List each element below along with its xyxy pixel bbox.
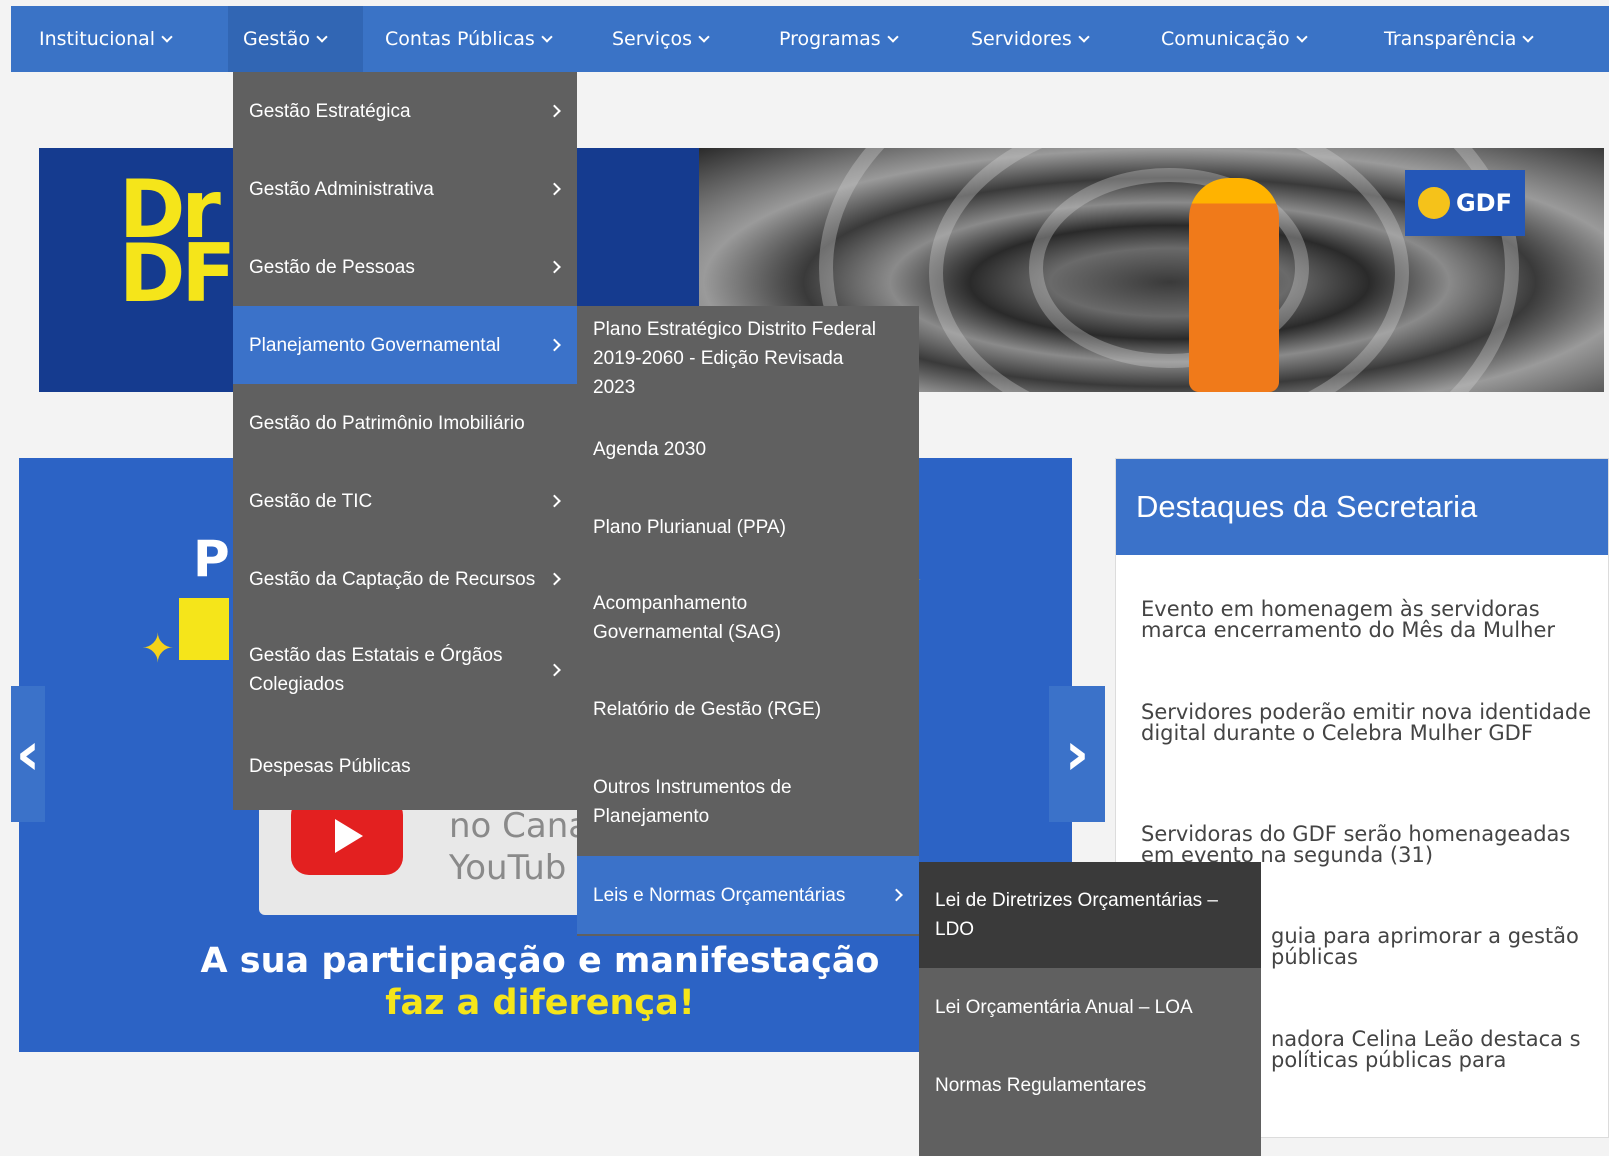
menu-item-label: Agenda 2030 xyxy=(593,438,707,460)
chevron-left-icon: ‹ xyxy=(15,719,41,789)
sparkle-icon: ✦ xyxy=(141,626,175,672)
menu-item-gestao-pessoas[interactable]: Gestão de Pessoas xyxy=(233,228,577,306)
nav-label: Gestão xyxy=(243,28,311,50)
nav-institucional[interactable]: Institucional xyxy=(11,6,228,72)
chevron-right-icon xyxy=(548,338,561,352)
nav-label: Contas Públicas xyxy=(385,28,535,50)
chevron-down-icon xyxy=(161,30,173,43)
menu-item-label: Normas Regulamentares xyxy=(935,1074,1147,1096)
dropdown-planejamento: Plano Estratégico Distrito Federal 2019-… xyxy=(577,306,919,936)
highlight-link[interactable]: Evento em homenagem às servidoras marca … xyxy=(1141,599,1596,641)
chevron-down-icon xyxy=(316,30,328,43)
dropdown-gestao: Gestão Estratégica Gestão Administrativa… xyxy=(233,72,577,810)
nav-label: Serviços xyxy=(612,28,693,50)
menu-item-label: Despesas Públicas xyxy=(249,755,411,777)
menu-item-label: Plano Estratégico Distrito Federal 2019-… xyxy=(593,318,877,398)
chevron-down-icon xyxy=(1295,30,1308,43)
menu-item-sag[interactable]: Acompanhamento Governamental (SAG) xyxy=(577,566,919,670)
worker-figure xyxy=(1189,178,1279,392)
highlight-link[interactable]: guia para aprimorar a gestão públicas xyxy=(1271,926,1591,968)
main-navbar: Institucional Gestão Contas Públicas Ser… xyxy=(11,6,1609,72)
nav-servidores[interactable]: Servidores xyxy=(971,6,1161,72)
chevron-right-icon xyxy=(548,494,561,508)
menu-item-leis-normas[interactable]: Leis e Normas Orçamentárias xyxy=(577,856,919,934)
gdf-logo-text: GDF xyxy=(1455,189,1512,217)
youtube-text: no Cana YouTub xyxy=(449,806,589,888)
nav-programas[interactable]: Programas xyxy=(779,6,971,72)
carousel-tagline: A sua participação e manifestação faz a … xyxy=(190,940,890,1024)
nav-transparencia[interactable]: Transparência xyxy=(1384,6,1564,72)
highlight-link[interactable]: Servidoras do GDF serão homenageadas em … xyxy=(1141,824,1596,866)
chevron-right-icon xyxy=(548,572,561,586)
nav-contas-publicas[interactable]: Contas Públicas xyxy=(363,6,612,72)
menu-item-gestao-tic[interactable]: Gestão de TIC xyxy=(233,462,577,540)
tagline-yellow: faz a diferença! xyxy=(385,983,695,1023)
page: Institucional Gestão Contas Públicas Ser… xyxy=(0,0,1609,1156)
carousel-yellow-shape xyxy=(179,598,229,660)
nav-label: Servidores xyxy=(971,28,1072,50)
menu-item-gestao-estrategica[interactable]: Gestão Estratégica xyxy=(233,72,577,150)
menu-item-more[interactable] xyxy=(919,1124,1261,1156)
menu-item-outros-instrumentos[interactable]: Outros Instrumentos de Planejamento xyxy=(577,748,919,856)
menu-item-label: Gestão Administrativa xyxy=(249,178,434,200)
menu-item-label: Gestão de Pessoas xyxy=(249,256,415,278)
tagline-white: A sua participação e manifestação xyxy=(200,941,880,981)
chevron-right-icon xyxy=(890,888,903,902)
menu-item-label: Gestão Estratégica xyxy=(249,100,411,122)
chevron-right-icon xyxy=(548,260,561,274)
menu-item-label: Gestão de TIC xyxy=(249,490,373,512)
menu-item-plano-estrategico[interactable]: Plano Estratégico Distrito Federal 2019-… xyxy=(577,306,919,410)
nav-comunicacao[interactable]: Comunicação xyxy=(1161,6,1384,72)
nav-servicos[interactable]: Serviços xyxy=(612,6,779,72)
menu-item-loa[interactable]: Lei Orçamentária Anual – LOA xyxy=(919,968,1261,1046)
chevron-down-icon xyxy=(887,30,899,43)
chevron-right-icon: › xyxy=(1064,719,1090,789)
menu-item-label: Lei de Diretrizes Orçamentárias – LDO xyxy=(935,890,1218,940)
menu-item-label: Outros Instrumentos de Planejamento xyxy=(593,777,792,827)
menu-item-ldo[interactable]: Lei de Diretrizes Orçamentárias – LDO xyxy=(919,862,1261,968)
dropdown-leis-normas: Lei de Diretrizes Orçamentárias – LDO Le… xyxy=(919,862,1261,1156)
carousel-prev-button[interactable]: ‹ xyxy=(11,686,45,822)
chevron-down-icon xyxy=(698,30,710,43)
menu-item-agenda-2030[interactable]: Agenda 2030 xyxy=(577,410,919,488)
highlight-link[interactable]: nadora Celina Leão destaca s políticas p… xyxy=(1271,1029,1591,1071)
nav-label: Programas xyxy=(779,28,881,50)
menu-item-rge[interactable]: Relatório de Gestão (RGE) xyxy=(577,670,919,748)
menu-item-label: Gestão do Patrimônio Imobiliário xyxy=(249,412,525,434)
chevron-right-icon xyxy=(548,182,561,196)
highlight-link[interactable]: Servidores poderão emitir nova identidad… xyxy=(1141,702,1596,744)
menu-item-label: Gestão das Estatais e Órgãos Colegiados xyxy=(249,645,503,695)
chevron-right-icon xyxy=(548,663,561,677)
menu-item-despesas-publicas[interactable]: Despesas Públicas xyxy=(233,722,577,810)
menu-item-label: Relatório de Gestão (RGE) xyxy=(593,698,822,720)
menu-item-gestao-administrativa[interactable]: Gestão Administrativa xyxy=(233,150,577,228)
menu-item-ppa[interactable]: Plano Plurianual (PPA) xyxy=(577,488,919,566)
chevron-down-icon xyxy=(1078,30,1090,43)
nav-label: Comunicação xyxy=(1161,28,1290,50)
menu-item-patrimonio-imobiliario[interactable]: Gestão do Patrimônio Imobiliário xyxy=(233,384,577,462)
nav-gestao[interactable]: Gestão xyxy=(228,6,363,72)
chevron-down-icon xyxy=(1522,30,1535,43)
menu-item-label: Gestão da Captação de Recursos xyxy=(249,568,536,590)
chevron-down-icon xyxy=(541,30,553,43)
menu-item-label: Lei Orçamentária Anual – LOA xyxy=(935,996,1193,1018)
menu-item-label: Planejamento Governamental xyxy=(249,334,501,356)
carousel-next-button[interactable]: › xyxy=(1049,686,1105,822)
menu-item-label: Acompanhamento Governamental (SAG) xyxy=(593,593,781,643)
menu-item-captacao-recursos[interactable]: Gestão da Captação de Recursos xyxy=(233,540,577,618)
menu-item-label: Plano Plurianual (PPA) xyxy=(593,516,786,538)
highlights-title: Destaques da Secretaria xyxy=(1116,459,1608,555)
carousel-title-fragment: P xyxy=(193,530,230,588)
gdf-logo: GDF xyxy=(1405,170,1525,236)
banner-headline: Dr DF xyxy=(119,163,236,320)
menu-item-estatais-orgaos[interactable]: Gestão das Estatais e Órgãos Colegiados xyxy=(233,618,577,722)
menu-item-label: Leis e Normas Orçamentárias xyxy=(593,884,846,906)
menu-item-normas-regulamentares[interactable]: Normas Regulamentares xyxy=(919,1046,1261,1124)
nav-label: Institucional xyxy=(39,28,156,50)
menu-item-planejamento-governamental[interactable]: Planejamento Governamental xyxy=(233,306,577,384)
nav-label: Transparência xyxy=(1384,28,1517,50)
gdf-tree-icon xyxy=(1417,187,1450,219)
chevron-right-icon xyxy=(548,104,561,118)
